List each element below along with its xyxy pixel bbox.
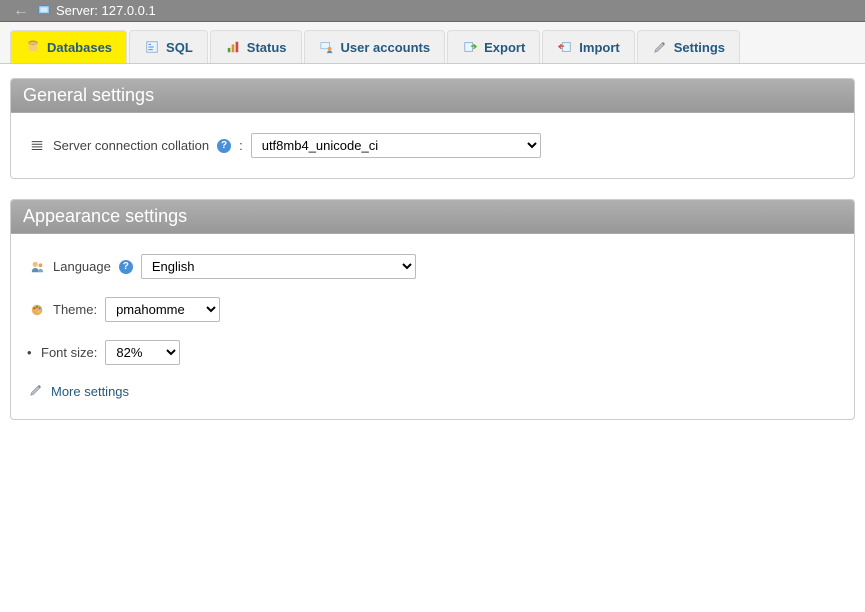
tab-sql[interactable]: SQL xyxy=(129,30,208,63)
language-row: Language ? English xyxy=(29,254,836,279)
tabbar: Databases SQL Status User accounts Expor… xyxy=(0,22,865,64)
general-settings-panel: General settings Server connection colla… xyxy=(10,78,855,179)
content: General settings Server connection colla… xyxy=(0,64,865,454)
fontsize-row: Font size: 82% xyxy=(29,340,836,365)
collation-row: Server connection collation ? : utf8mb4_… xyxy=(29,133,836,158)
appearance-settings-panel: Appearance settings Language ? English T… xyxy=(10,199,855,420)
tab-label: Databases xyxy=(47,40,112,55)
collation-label: Server connection collation xyxy=(53,138,209,153)
help-icon[interactable]: ? xyxy=(217,139,231,153)
help-icon[interactable]: ? xyxy=(119,260,133,274)
colon: : xyxy=(239,138,243,153)
sql-icon xyxy=(144,39,160,55)
status-icon xyxy=(225,39,241,55)
fontsize-label: Font size: xyxy=(41,345,97,360)
fontsize-select[interactable]: 82% xyxy=(105,340,180,365)
settings-icon xyxy=(652,39,668,55)
back-button[interactable]: ← xyxy=(6,2,36,20)
general-settings-title: General settings xyxy=(11,79,854,113)
wrench-icon xyxy=(29,383,45,399)
language-icon xyxy=(29,259,45,275)
tab-settings[interactable]: Settings xyxy=(637,30,740,63)
tab-user-accounts[interactable]: User accounts xyxy=(304,30,446,63)
more-settings-link[interactable]: More settings xyxy=(29,383,836,399)
tab-label: User accounts xyxy=(341,40,431,55)
theme-icon xyxy=(29,302,45,318)
collation-icon xyxy=(29,138,45,154)
server-label: Server: 127.0.0.1 xyxy=(56,3,156,18)
tab-databases[interactable]: Databases xyxy=(10,30,127,63)
theme-label: Theme: xyxy=(53,302,97,317)
tab-status[interactable]: Status xyxy=(210,30,302,63)
appearance-settings-title: Appearance settings xyxy=(11,200,854,234)
import-icon xyxy=(557,39,573,55)
language-label: Language xyxy=(53,259,111,274)
language-select[interactable]: English xyxy=(141,254,416,279)
tab-label: SQL xyxy=(166,40,193,55)
collation-select[interactable]: utf8mb4_unicode_ci xyxy=(251,133,541,158)
more-settings-label: More settings xyxy=(51,384,129,399)
tab-import[interactable]: Import xyxy=(542,30,634,63)
tab-label: Export xyxy=(484,40,525,55)
tab-label: Import xyxy=(579,40,619,55)
tab-export[interactable]: Export xyxy=(447,30,540,63)
topbar: ← Server: 127.0.0.1 xyxy=(0,0,865,22)
theme-row: Theme: pmahomme xyxy=(29,297,836,322)
fontsize-bullet: Font size: xyxy=(29,345,97,360)
export-icon xyxy=(462,39,478,55)
tab-label: Status xyxy=(247,40,287,55)
tab-label: Settings xyxy=(674,40,725,55)
theme-select[interactable]: pmahomme xyxy=(105,297,220,322)
server-icon xyxy=(36,3,52,19)
user-accounts-icon xyxy=(319,39,335,55)
database-icon xyxy=(25,39,41,55)
